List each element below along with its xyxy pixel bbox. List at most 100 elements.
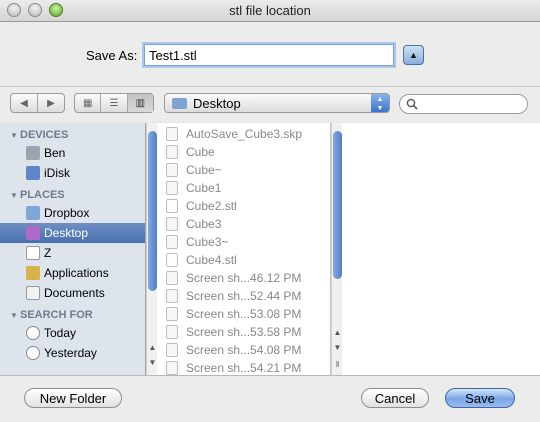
home-icon <box>26 246 40 260</box>
sidebar: ▼ DEVICES Ben iDisk ▼ PLACES Dropbox Deskt… <box>0 123 146 375</box>
file-name: Cube <box>186 145 215 159</box>
file-name: Screen sh...54.21 PM <box>186 361 302 375</box>
file-name: Screen sh...46.12 PM <box>186 271 302 285</box>
disclosure-triangle-icon[interactable]: ▼ <box>10 311 18 320</box>
idisk-icon <box>26 166 40 180</box>
file-row[interactable]: Cube1 <box>164 179 221 197</box>
sidebar-section-devices[interactable]: ▼ DEVICES <box>0 123 145 143</box>
forward-arrow-icon[interactable]: ▶ <box>38 94 64 112</box>
scroll-up-icon[interactable]: ▲ <box>332 328 343 340</box>
scroll-up-icon[interactable]: ▲ <box>147 343 158 355</box>
location-popup[interactable]: Desktop ▲ ▼ <box>164 93 390 113</box>
clock-icon <box>26 346 40 360</box>
sidebar-item-yesterday[interactable]: Yesterday <box>0 343 145 363</box>
window-title: stl file location <box>229 3 311 18</box>
sidebar-item-idisk[interactable]: iDisk <box>0 163 145 183</box>
sidebar-item-desktop[interactable]: Desktop <box>0 223 145 243</box>
scroll-thumb[interactable] <box>148 131 157 291</box>
icon-view-icon[interactable]: ▦ <box>75 94 102 112</box>
sidebar-item-z[interactable]: Z <box>0 243 145 263</box>
location-label: Desktop <box>193 96 241 111</box>
scroll-thumb[interactable] <box>333 131 342 279</box>
file-name: Cube3~ <box>186 235 229 249</box>
file-row[interactable]: Screen sh...52.44 PM <box>164 287 301 305</box>
dropbox-icon <box>26 206 40 220</box>
sidebar-item-documents[interactable]: Documents <box>0 283 145 303</box>
file-name: Screen sh...53.58 PM <box>186 325 302 339</box>
save-as-input[interactable]: Test1.stl <box>144 44 394 66</box>
collapse-dialog-button[interactable]: ▲ <box>403 45 424 65</box>
file-name: AutoSave_Cube3.skp <box>186 127 303 141</box>
file-icon <box>166 271 178 285</box>
new-folder-button[interactable]: New Folder <box>24 388 122 408</box>
file-icon <box>166 361 178 375</box>
file-row[interactable]: AutoSave_Cube3.skp <box>164 125 302 143</box>
file-icon <box>166 289 178 303</box>
back-forward-control[interactable]: ◀ ▶ <box>10 93 65 113</box>
save-as-row: Save As: Test1.stl ▲ <box>0 22 540 86</box>
view-mode-control[interactable]: ▦ ☰ ▥ <box>74 93 154 113</box>
clock-icon <box>26 326 40 340</box>
disclosure-triangle-icon[interactable]: ▼ <box>10 131 18 140</box>
search-icon <box>406 98 418 110</box>
sidebar-section-search-for[interactable]: ▼ SEARCH FOR <box>0 303 145 323</box>
file-row[interactable]: Cube3~ <box>164 233 228 251</box>
save-button[interactable]: Save <box>445 388 515 408</box>
hard-drive-icon <box>26 146 40 160</box>
search-field[interactable] <box>399 94 528 114</box>
file-row[interactable]: Screen sh...46.12 PM <box>164 269 301 287</box>
file-name: Cube3 <box>186 217 222 231</box>
disclosure-triangle-icon[interactable]: ▼ <box>10 191 18 200</box>
desktop-icon <box>26 226 40 240</box>
back-arrow-icon[interactable]: ◀ <box>11 94 38 112</box>
sidebar-scrollbar[interactable]: ▲ ▼ <box>146 123 157 375</box>
folder-icon <box>172 98 187 109</box>
file-row[interactable]: Screen sh...54.08 PM <box>164 341 301 359</box>
file-row[interactable]: Cube3 <box>164 215 221 233</box>
save-as-label: Save As: <box>86 48 138 63</box>
file-icon <box>166 199 178 213</box>
file-icon <box>166 253 178 267</box>
sidebar-item-today[interactable]: Today <box>0 323 145 343</box>
file-name: Cube1 <box>186 181 222 195</box>
file-column: ▲ ▼ AutoSave_Cube3.skp Cube Cube~ Cube1 Cube… <box>146 123 331 375</box>
scroll-down-icon[interactable]: ▼ <box>332 343 343 355</box>
file-list-scrollbar[interactable]: ▲ ▼ ‖ <box>331 123 342 375</box>
file-row[interactable]: Screen sh...53.58 PM <box>164 323 301 341</box>
file-icon <box>166 181 178 195</box>
column-resize-handle[interactable]: ‖ <box>332 360 343 372</box>
file-icon <box>166 145 178 159</box>
sidebar-item-applications[interactable]: Applications <box>0 263 145 283</box>
file-icon <box>166 127 178 141</box>
dialog-footer: New Folder Cancel Save <box>0 375 540 422</box>
documents-icon <box>26 286 40 300</box>
sidebar-item-ben[interactable]: Ben <box>0 143 145 163</box>
sidebar-section-places[interactable]: ▼ PLACES <box>0 183 145 203</box>
column-view-icon[interactable]: ▥ <box>127 94 153 112</box>
scroll-down-icon[interactable]: ▼ <box>147 358 158 370</box>
chevron-up-down-icon: ▲ ▼ <box>371 94 389 112</box>
file-row[interactable]: Screen sh...53.08 PM <box>164 305 301 323</box>
file-row[interactable]: Cube2.stl <box>164 197 237 215</box>
title-bar: stl file location <box>0 0 540 22</box>
empty-column: ▲ ▼ ‖ <box>331 123 540 375</box>
file-name: Screen sh...54.08 PM <box>186 343 302 357</box>
file-icon <box>166 235 178 249</box>
file-row[interactable]: Cube4.stl <box>164 251 237 269</box>
file-name: Cube~ <box>186 163 222 177</box>
file-icon <box>166 343 178 357</box>
file-name: Cube4.stl <box>186 253 237 267</box>
file-row[interactable]: Cube <box>164 143 215 161</box>
file-icon <box>166 307 178 321</box>
cancel-button[interactable]: Cancel <box>361 388 429 408</box>
file-row[interactable]: Cube~ <box>164 161 222 179</box>
browser-toolbar: ◀ ▶ ▦ ☰ ▥ Desktop ▲ ▼ <box>0 86 540 122</box>
applications-icon <box>26 266 40 280</box>
triangle-up-icon: ▲ <box>409 50 418 60</box>
file-icon <box>166 163 178 177</box>
sidebar-item-dropbox[interactable]: Dropbox <box>0 203 145 223</box>
file-icon <box>166 325 178 339</box>
list-view-icon[interactable]: ☰ <box>101 94 128 112</box>
file-row[interactable]: Screen sh...54.21 PM <box>164 359 301 375</box>
file-icon <box>166 217 178 231</box>
